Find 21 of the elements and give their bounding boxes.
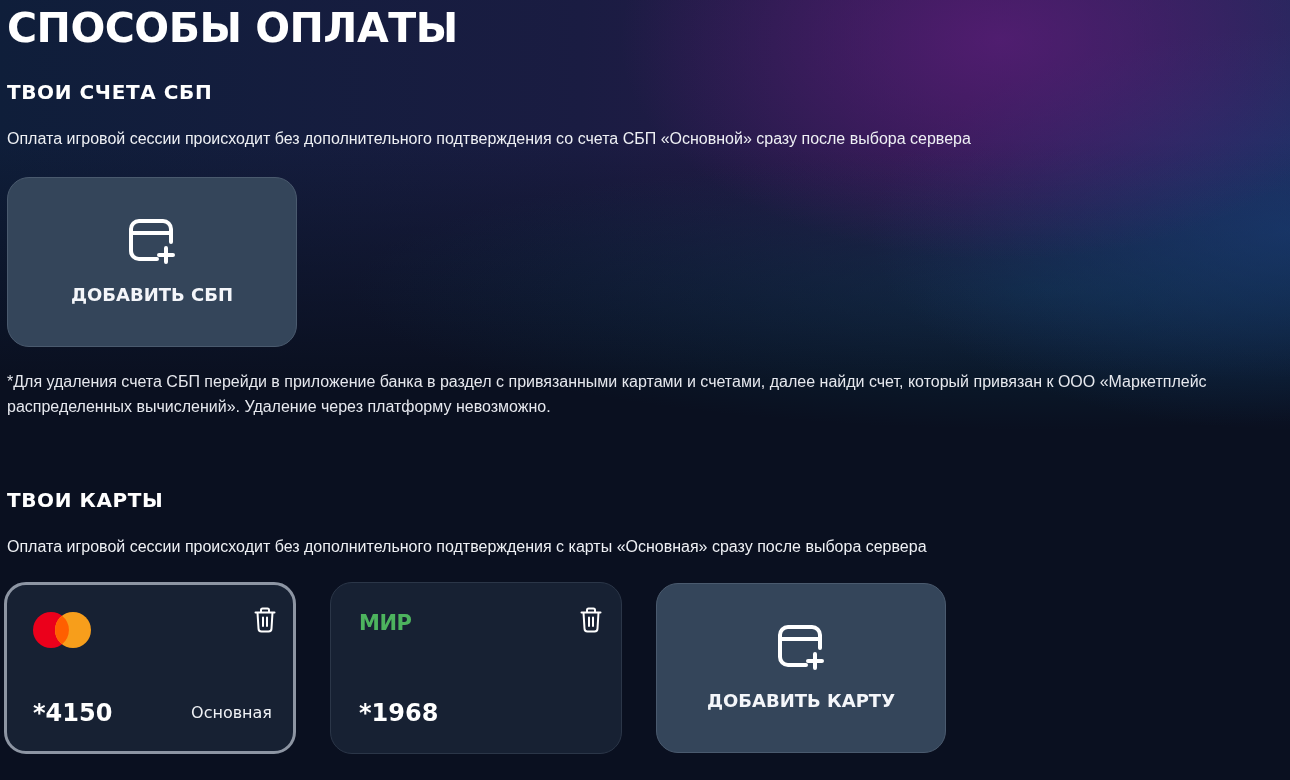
overlapping-circles-icon <box>33 612 91 648</box>
section-heading: ТВОИ СЧЕТА СБП <box>7 80 213 104</box>
add-card-button[interactable]: ДОБАВИТЬ КАРТУ <box>656 583 946 753</box>
delete-button[interactable] <box>254 607 276 633</box>
section-heading: ТВОИ КАРТЫ <box>7 488 164 512</box>
main-card-label: Основная <box>191 703 272 723</box>
card-plus-icon <box>777 624 825 670</box>
page-title: СПОСОБЫ ОПЛАТЫ <box>7 3 458 54</box>
delete-button[interactable] <box>580 607 602 633</box>
trash-icon <box>580 607 602 633</box>
card-brand-logo: МИР <box>359 611 412 635</box>
card-plus-icon <box>128 218 176 264</box>
card-number: *4150 <box>33 699 113 727</box>
section-description: Оплата игровой сессии происходит без дополнительного подтверждения со счета СБП «Основной» сразу после выбора сервера <box>7 129 971 149</box>
section-description: Оплата игровой сессии происходит без дополнительного подтверждения с карты «Основная» сразу после выбора сервера <box>7 537 927 557</box>
payment-card[interactable]: *4150 Основная <box>4 582 296 754</box>
trash-icon <box>254 607 276 633</box>
card-number: *1968 <box>359 699 439 727</box>
note-text: *Для удаления счета СБП перейди в приложение банка в раздел с привязанными картами и счетами, далее найди счет, который привязан к ООО «Маркетплейс распределенных вычислений». Удаление через платформу невозможно. <box>7 372 1208 417</box>
add-sbp-button[interactable]: ДОБАВИТЬ СБП <box>7 177 297 347</box>
payment-card[interactable]: МИР *1968 <box>330 582 622 754</box>
